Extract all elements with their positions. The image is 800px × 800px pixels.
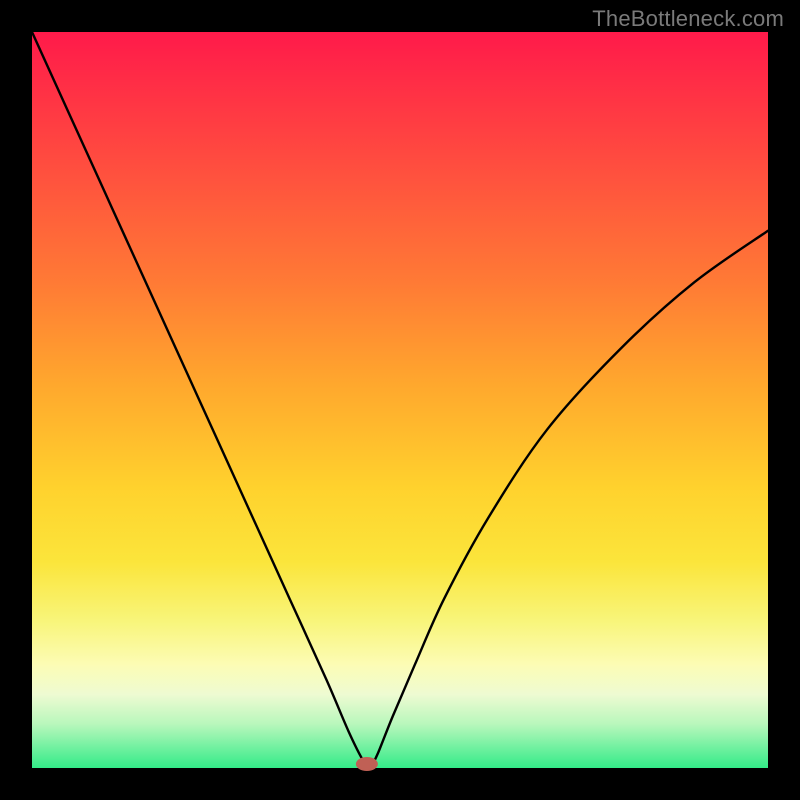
curve-right-branch [371, 231, 768, 768]
chart-overlay [32, 32, 768, 768]
chart-frame: TheBottleneck.com [0, 0, 800, 800]
curve-left-branch [32, 32, 371, 768]
watermark-text: TheBottleneck.com [592, 6, 784, 32]
minimum-marker [356, 757, 378, 771]
